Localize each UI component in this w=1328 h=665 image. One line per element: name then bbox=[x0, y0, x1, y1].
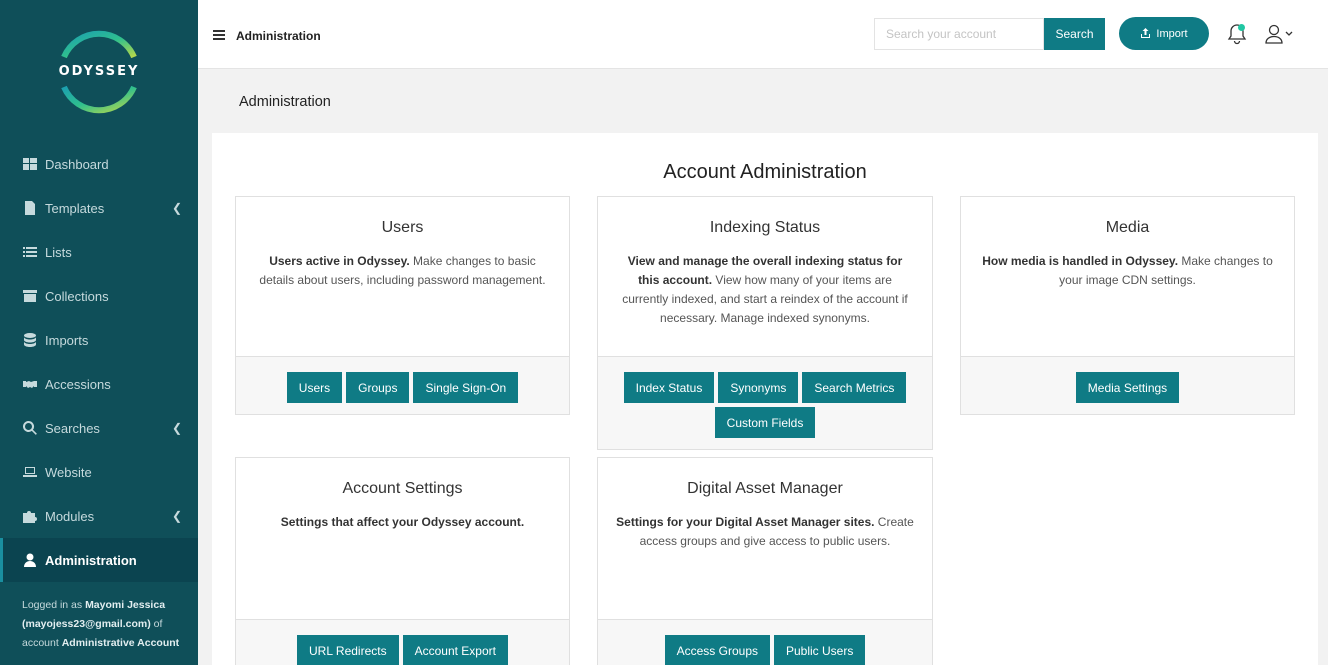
odyssey-logo[interactable]: ODYSSEY bbox=[54, 27, 144, 117]
card-description: Users active in Odyssey. Make changes to… bbox=[254, 252, 551, 290]
custom-fields-button[interactable]: Custom Fields bbox=[714, 407, 816, 438]
card-actions: Media Settings bbox=[961, 356, 1294, 414]
dashboard-icon bbox=[22, 156, 38, 172]
card-description-bold: Users active in Odyssey. bbox=[269, 254, 410, 268]
sidebar-item-imports[interactable]: Imports bbox=[0, 318, 198, 362]
logged-in-prefix: Logged in as bbox=[22, 599, 83, 611]
card-actions: URL Redirects Account Export bbox=[236, 619, 569, 665]
card-description: Settings that affect your Odyssey accoun… bbox=[254, 513, 551, 532]
hamburger-menu-icon[interactable] bbox=[213, 30, 225, 40]
sidebar-item-label: Modules bbox=[45, 508, 95, 524]
users-button[interactable]: Users bbox=[286, 372, 343, 403]
laptop-icon bbox=[22, 464, 38, 480]
panel-heading: Account Administration bbox=[663, 161, 867, 183]
synonyms-button[interactable]: Synonyms bbox=[718, 372, 799, 403]
card-title: Account Settings bbox=[342, 480, 463, 497]
sidebar-item-label: Website bbox=[45, 464, 92, 480]
card-title: Media bbox=[1105, 219, 1150, 236]
card-title: Users bbox=[381, 219, 424, 236]
sidebar-item-collections[interactable]: Collections bbox=[0, 274, 198, 318]
archive-icon bbox=[22, 288, 38, 304]
sidebar: ODYSSEY Dashboard Templates ❮ Lists Coll… bbox=[0, 0, 198, 665]
sidebar-item-label: Accessions bbox=[45, 376, 111, 392]
card-description-bold: Settings for your Digital Asset Manager … bbox=[616, 515, 875, 529]
index-status-button[interactable]: Index Status bbox=[623, 372, 715, 403]
user-menu-icon[interactable] bbox=[1265, 24, 1295, 44]
card-actions: Access Groups Public Users bbox=[598, 619, 932, 665]
sidebar-item-label: Searches bbox=[45, 420, 100, 436]
sidebar-item-label: Administration bbox=[45, 552, 137, 568]
header-title: Administration bbox=[236, 29, 321, 43]
page-title: Administration bbox=[239, 94, 331, 110]
sidebar-item-dashboard[interactable]: Dashboard bbox=[0, 142, 198, 186]
media-card: Media How media is handled in Odyssey. M… bbox=[960, 196, 1295, 415]
import-button[interactable]: Import bbox=[1119, 17, 1209, 50]
admin-panel: Account Administration Users Users activ… bbox=[212, 133, 1318, 665]
logged-in-account: Administrative Account bbox=[61, 637, 180, 649]
search-icon bbox=[22, 420, 38, 436]
card-title: Indexing Status bbox=[709, 219, 821, 236]
user-icon bbox=[22, 552, 38, 568]
account-export-button[interactable]: Account Export bbox=[402, 635, 508, 665]
card-description: How media is handled in Odyssey. Make ch… bbox=[979, 252, 1276, 290]
notification-badge bbox=[1238, 24, 1245, 31]
sidebar-item-label: Imports bbox=[45, 332, 89, 348]
sidebar-item-lists[interactable]: Lists bbox=[0, 230, 198, 274]
sidebar-item-label: Collections bbox=[45, 288, 109, 304]
access-groups-button[interactable]: Access Groups bbox=[664, 635, 770, 665]
logged-in-info: Logged in as Mayomi Jessica (mayojess23@… bbox=[22, 596, 187, 653]
sidebar-item-accessions[interactable]: Accessions bbox=[0, 362, 198, 406]
import-button-label: Import bbox=[1156, 27, 1188, 40]
card-description: View and manage the overall indexing sta… bbox=[616, 252, 914, 328]
chevron-left-icon: ❮ bbox=[171, 201, 182, 215]
logo-wordmark: ODYSSEY bbox=[58, 64, 140, 79]
handshake-icon bbox=[22, 376, 38, 392]
sidebar-item-templates[interactable]: Templates ❮ bbox=[0, 186, 198, 230]
card-description: Settings for your Digital Asset Manager … bbox=[616, 513, 914, 551]
card-description-bold: Settings that affect your Odyssey accoun… bbox=[280, 515, 525, 529]
logged-in-user-email: (mayojess23@gmail.com) bbox=[22, 618, 151, 630]
logged-in-user-name: Mayomi Jessica bbox=[85, 599, 166, 611]
card-actions: Users Groups Single Sign-On bbox=[236, 356, 569, 414]
groups-button[interactable]: Groups bbox=[346, 372, 410, 403]
card-actions: Index Status Synonyms Search Metrics Cus… bbox=[598, 356, 932, 449]
sidebar-item-searches[interactable]: Searches ❮ bbox=[0, 406, 198, 450]
sidebar-item-administration[interactable]: Administration bbox=[0, 538, 198, 582]
sidebar-item-modules[interactable]: Modules ❮ bbox=[0, 494, 198, 538]
chevron-left-icon: ❮ bbox=[171, 421, 182, 435]
users-card: Users Users active in Odyssey. Make chan… bbox=[235, 196, 570, 415]
sidebar-nav: Dashboard Templates ❮ Lists Collections … bbox=[0, 142, 198, 582]
indexing-status-card: Indexing Status View and manage the over… bbox=[597, 196, 933, 450]
sidebar-item-label: Dashboard bbox=[45, 156, 109, 172]
database-icon bbox=[22, 332, 38, 348]
sidebar-item-label: Templates bbox=[45, 200, 105, 216]
account-settings-card: Account Settings Settings that affect yo… bbox=[235, 457, 570, 665]
public-users-button[interactable]: Public Users bbox=[774, 635, 866, 665]
puzzle-icon bbox=[22, 508, 38, 524]
url-redirects-button[interactable]: URL Redirects bbox=[297, 635, 399, 665]
sidebar-item-label: Lists bbox=[45, 244, 72, 260]
search-input[interactable] bbox=[874, 18, 1044, 50]
file-icon bbox=[22, 200, 38, 216]
upload-icon bbox=[1141, 28, 1151, 38]
search-metrics-button[interactable]: Search Metrics bbox=[802, 372, 907, 403]
card-title: Digital Asset Manager bbox=[687, 480, 843, 497]
list-icon bbox=[22, 244, 38, 260]
search-button[interactable]: Search bbox=[1044, 18, 1105, 50]
single-sign-on-button[interactable]: Single Sign-On bbox=[413, 372, 519, 403]
chevron-left-icon: ❮ bbox=[171, 509, 182, 523]
card-description-bold: How media is handled in Odyssey. bbox=[982, 254, 1179, 268]
sidebar-item-website[interactable]: Website bbox=[0, 450, 198, 494]
media-settings-button[interactable]: Media Settings bbox=[1075, 372, 1180, 403]
digital-asset-manager-card: Digital Asset Manager Settings for your … bbox=[597, 457, 933, 665]
top-bar: Administration Search Import bbox=[198, 0, 1328, 69]
